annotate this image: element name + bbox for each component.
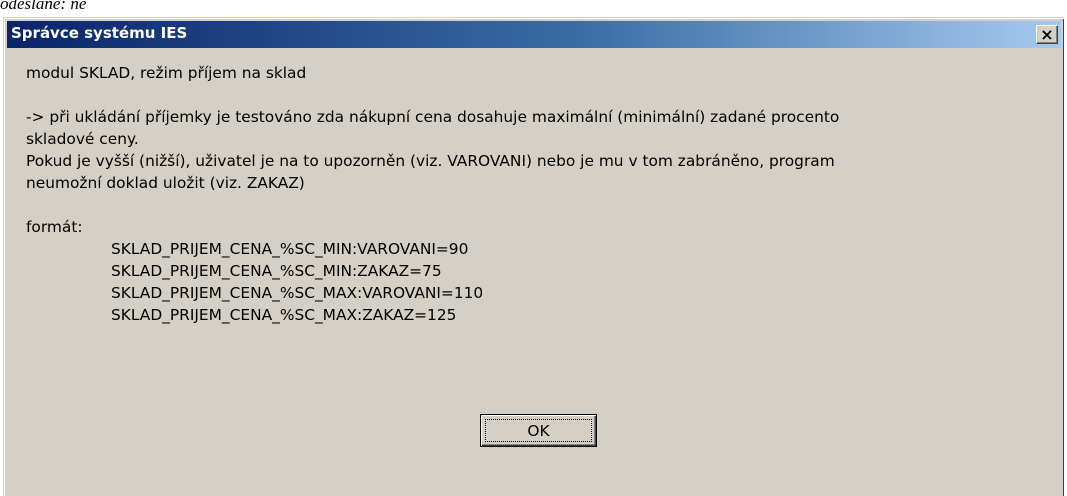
format-line: SKLAD_PRIJEM_CENA_%SC_MAX:VAROVANI=110 xyxy=(111,284,484,302)
message-line: -> při ukládání příjemky je testováno zd… xyxy=(26,108,840,126)
ok-button[interactable]: OK xyxy=(480,414,597,447)
ok-button-label: OK xyxy=(485,419,592,442)
message-line: modul SKLAD, režim příjem na sklad xyxy=(26,64,307,82)
message-line: Pokud je vyšší (nižší), uživatel je na t… xyxy=(26,152,835,170)
close-button[interactable]: × xyxy=(1036,25,1058,44)
background-text: odeslané: ne xyxy=(0,0,87,13)
title-bar[interactable]: Správce systému IES × xyxy=(7,21,1061,48)
message-line: neumožní doklad uložit (viz. ZAKAZ) xyxy=(26,174,305,192)
message-body: modul SKLAD, režim příjem na sklad -> př… xyxy=(26,62,839,326)
format-line: SKLAD_PRIJEM_CENA_%SC_MIN:VAROVANI=90 xyxy=(111,240,469,258)
format-line: SKLAD_PRIJEM_CENA_%SC_MAX:ZAKAZ=125 xyxy=(111,306,457,324)
dialog-title: Správce systému IES xyxy=(11,24,188,42)
close-icon: × xyxy=(1040,25,1054,44)
format-label: formát: xyxy=(26,218,83,236)
message-line: skladové ceny. xyxy=(26,130,139,148)
format-line: SKLAD_PRIJEM_CENA_%SC_MIN:ZAKAZ=75 xyxy=(111,262,442,280)
